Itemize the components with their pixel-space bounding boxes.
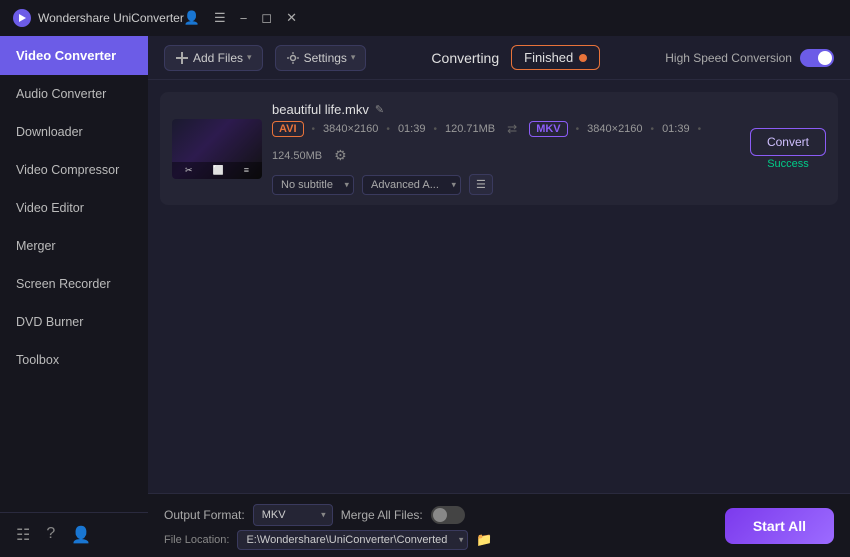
output-format-label: Output Format: bbox=[164, 508, 245, 522]
user-profile-icon[interactable]: 👤 bbox=[71, 525, 91, 545]
merge-all-toggle[interactable] bbox=[431, 506, 465, 524]
sidebar-item-downloader[interactable]: Downloader bbox=[0, 113, 148, 151]
crop-icon[interactable]: ⬜ bbox=[213, 165, 224, 176]
settings-dropdown-arrow: ▾ bbox=[351, 52, 356, 63]
high-speed-toggle[interactable] bbox=[800, 49, 834, 67]
bottom-left: Output Format: MKV Merge All Files: File… bbox=[164, 504, 493, 548]
finished-label: Finished bbox=[524, 50, 573, 65]
high-speed-label: High Speed Conversion bbox=[665, 51, 792, 65]
output-format-select[interactable]: MKV bbox=[253, 504, 333, 526]
main-layout: Video Converter Audio Converter Download… bbox=[0, 36, 850, 557]
settings-icon bbox=[286, 51, 300, 65]
input-format-badge[interactable]: AVI bbox=[272, 121, 304, 137]
sidebar-item-toolbox[interactable]: Toolbox bbox=[0, 341, 148, 379]
file-thumbnail: ✂ ⬜ ≡ bbox=[172, 119, 262, 179]
menu-icon[interactable]: ☰ bbox=[214, 10, 226, 26]
input-resolution: 3840×2160 bbox=[323, 123, 378, 135]
layout-icon[interactable]: ☷ bbox=[16, 525, 30, 545]
output-format-field: Output Format: MKV Merge All Files: bbox=[164, 504, 493, 526]
file-location-row: File Location: E:\Wondershare\UniConvert… bbox=[164, 532, 493, 548]
toolbar: Add Files ▾ Settings ▾ Converting Finish… bbox=[148, 36, 850, 80]
merge-all-section: Merge All Files: bbox=[341, 506, 465, 524]
help-icon[interactable]: ? bbox=[46, 525, 55, 545]
output-format-select-wrapper: MKV bbox=[253, 504, 333, 526]
output-settings-button[interactable]: ⚙ bbox=[330, 145, 351, 166]
input-size: 120.71MB bbox=[445, 123, 495, 135]
subtitle-select[interactable]: No subtitle bbox=[272, 175, 354, 195]
convert-button[interactable]: Convert bbox=[750, 128, 826, 156]
file-name-row: beautiful life.mkv ✎ bbox=[272, 102, 740, 117]
output-duration: 01:39 bbox=[662, 123, 690, 135]
user-icon[interactable]: 👤 bbox=[184, 10, 200, 26]
file-info: beautiful life.mkv ✎ AVI • 3840×2160 • 0… bbox=[272, 102, 740, 195]
maximize-icon[interactable]: ◻ bbox=[261, 10, 272, 26]
bottom-bar: Output Format: MKV Merge All Files: File… bbox=[148, 493, 850, 557]
sidebar-item-audio-converter[interactable]: Audio Converter bbox=[0, 75, 148, 113]
cut-icon[interactable]: ✂ bbox=[185, 165, 193, 176]
folder-icon[interactable]: 📁 bbox=[476, 532, 492, 548]
output-size: 124.50MB bbox=[272, 150, 322, 162]
sidebar: Video Converter Audio Converter Download… bbox=[0, 36, 148, 557]
subtitle-select-wrapper: No subtitle bbox=[272, 175, 354, 195]
sidebar-item-video-compressor[interactable]: Video Compressor bbox=[0, 151, 148, 189]
file-location-label: File Location: bbox=[164, 534, 229, 546]
advanced-select-wrapper: Advanced A... bbox=[362, 175, 461, 195]
content-area: Add Files ▾ Settings ▾ Converting Finish… bbox=[148, 36, 850, 557]
file-edit-icon[interactable]: ✎ bbox=[375, 103, 384, 116]
finished-button[interactable]: Finished bbox=[511, 45, 600, 70]
sidebar-bottom: ☷ ? 👤 bbox=[0, 512, 148, 557]
location-select-wrapper: E:\Wondershare\UniConverter\Converted bbox=[237, 534, 468, 546]
file-card: ✂ ⬜ ≡ beautiful life.mkv ✎ AVI • 3840×21… bbox=[160, 92, 838, 205]
file-location-path[interactable]: E:\Wondershare\UniConverter\Converted bbox=[237, 530, 468, 550]
sidebar-item-merger[interactable]: Merger bbox=[0, 227, 148, 265]
sidebar-item-dvd-burner[interactable]: DVD Burner bbox=[0, 303, 148, 341]
subtitle-row: No subtitle Advanced A... ☰ bbox=[272, 174, 740, 195]
thumbnail-tools: ✂ ⬜ ≡ bbox=[172, 162, 262, 179]
app-logo: Wondershare UniConverter bbox=[12, 8, 184, 28]
minimize-icon[interactable]: − bbox=[240, 11, 248, 26]
chapter-icon-button[interactable]: ☰ bbox=[469, 174, 493, 195]
high-speed-section: High Speed Conversion bbox=[665, 49, 834, 67]
settings-button[interactable]: Settings ▾ bbox=[275, 45, 367, 71]
success-label: Success bbox=[767, 158, 809, 170]
finished-dot bbox=[579, 54, 587, 62]
sidebar-item-screen-recorder[interactable]: Screen Recorder bbox=[0, 265, 148, 303]
close-icon[interactable]: ✕ bbox=[286, 10, 297, 26]
start-all-button[interactable]: Start All bbox=[725, 508, 834, 544]
converting-label: Converting bbox=[431, 50, 499, 66]
window-controls: 👤 ☰ − ◻ ✕ bbox=[184, 10, 297, 26]
logo-icon bbox=[12, 8, 32, 28]
convert-column: Convert Success bbox=[750, 128, 826, 170]
output-format-badge[interactable]: MKV bbox=[529, 121, 567, 137]
sidebar-item-video-editor[interactable]: Video Editor bbox=[0, 189, 148, 227]
add-files-icon bbox=[175, 51, 189, 65]
merge-all-label: Merge All Files: bbox=[341, 508, 423, 522]
file-name: beautiful life.mkv bbox=[272, 102, 369, 117]
titlebar: Wondershare UniConverter 👤 ☰ − ◻ ✕ bbox=[0, 0, 850, 36]
sidebar-item-video-converter[interactable]: Video Converter bbox=[0, 36, 148, 75]
file-list: ✂ ⬜ ≡ beautiful life.mkv ✎ AVI • 3840×21… bbox=[148, 80, 850, 493]
input-duration: 01:39 bbox=[398, 123, 426, 135]
add-files-button[interactable]: Add Files ▾ bbox=[164, 45, 263, 71]
add-files-dropdown-arrow: ▾ bbox=[247, 52, 252, 63]
app-title: Wondershare UniConverter bbox=[38, 11, 184, 25]
effects-icon[interactable]: ≡ bbox=[244, 165, 249, 176]
advanced-select[interactable]: Advanced A... bbox=[362, 175, 461, 195]
output-resolution: 3840×2160 bbox=[587, 123, 642, 135]
file-meta-row: AVI • 3840×2160 • 01:39 • 120.71MB ⇄ MKV… bbox=[272, 121, 740, 166]
convert-arrow-icon: ⇄ bbox=[507, 122, 517, 136]
